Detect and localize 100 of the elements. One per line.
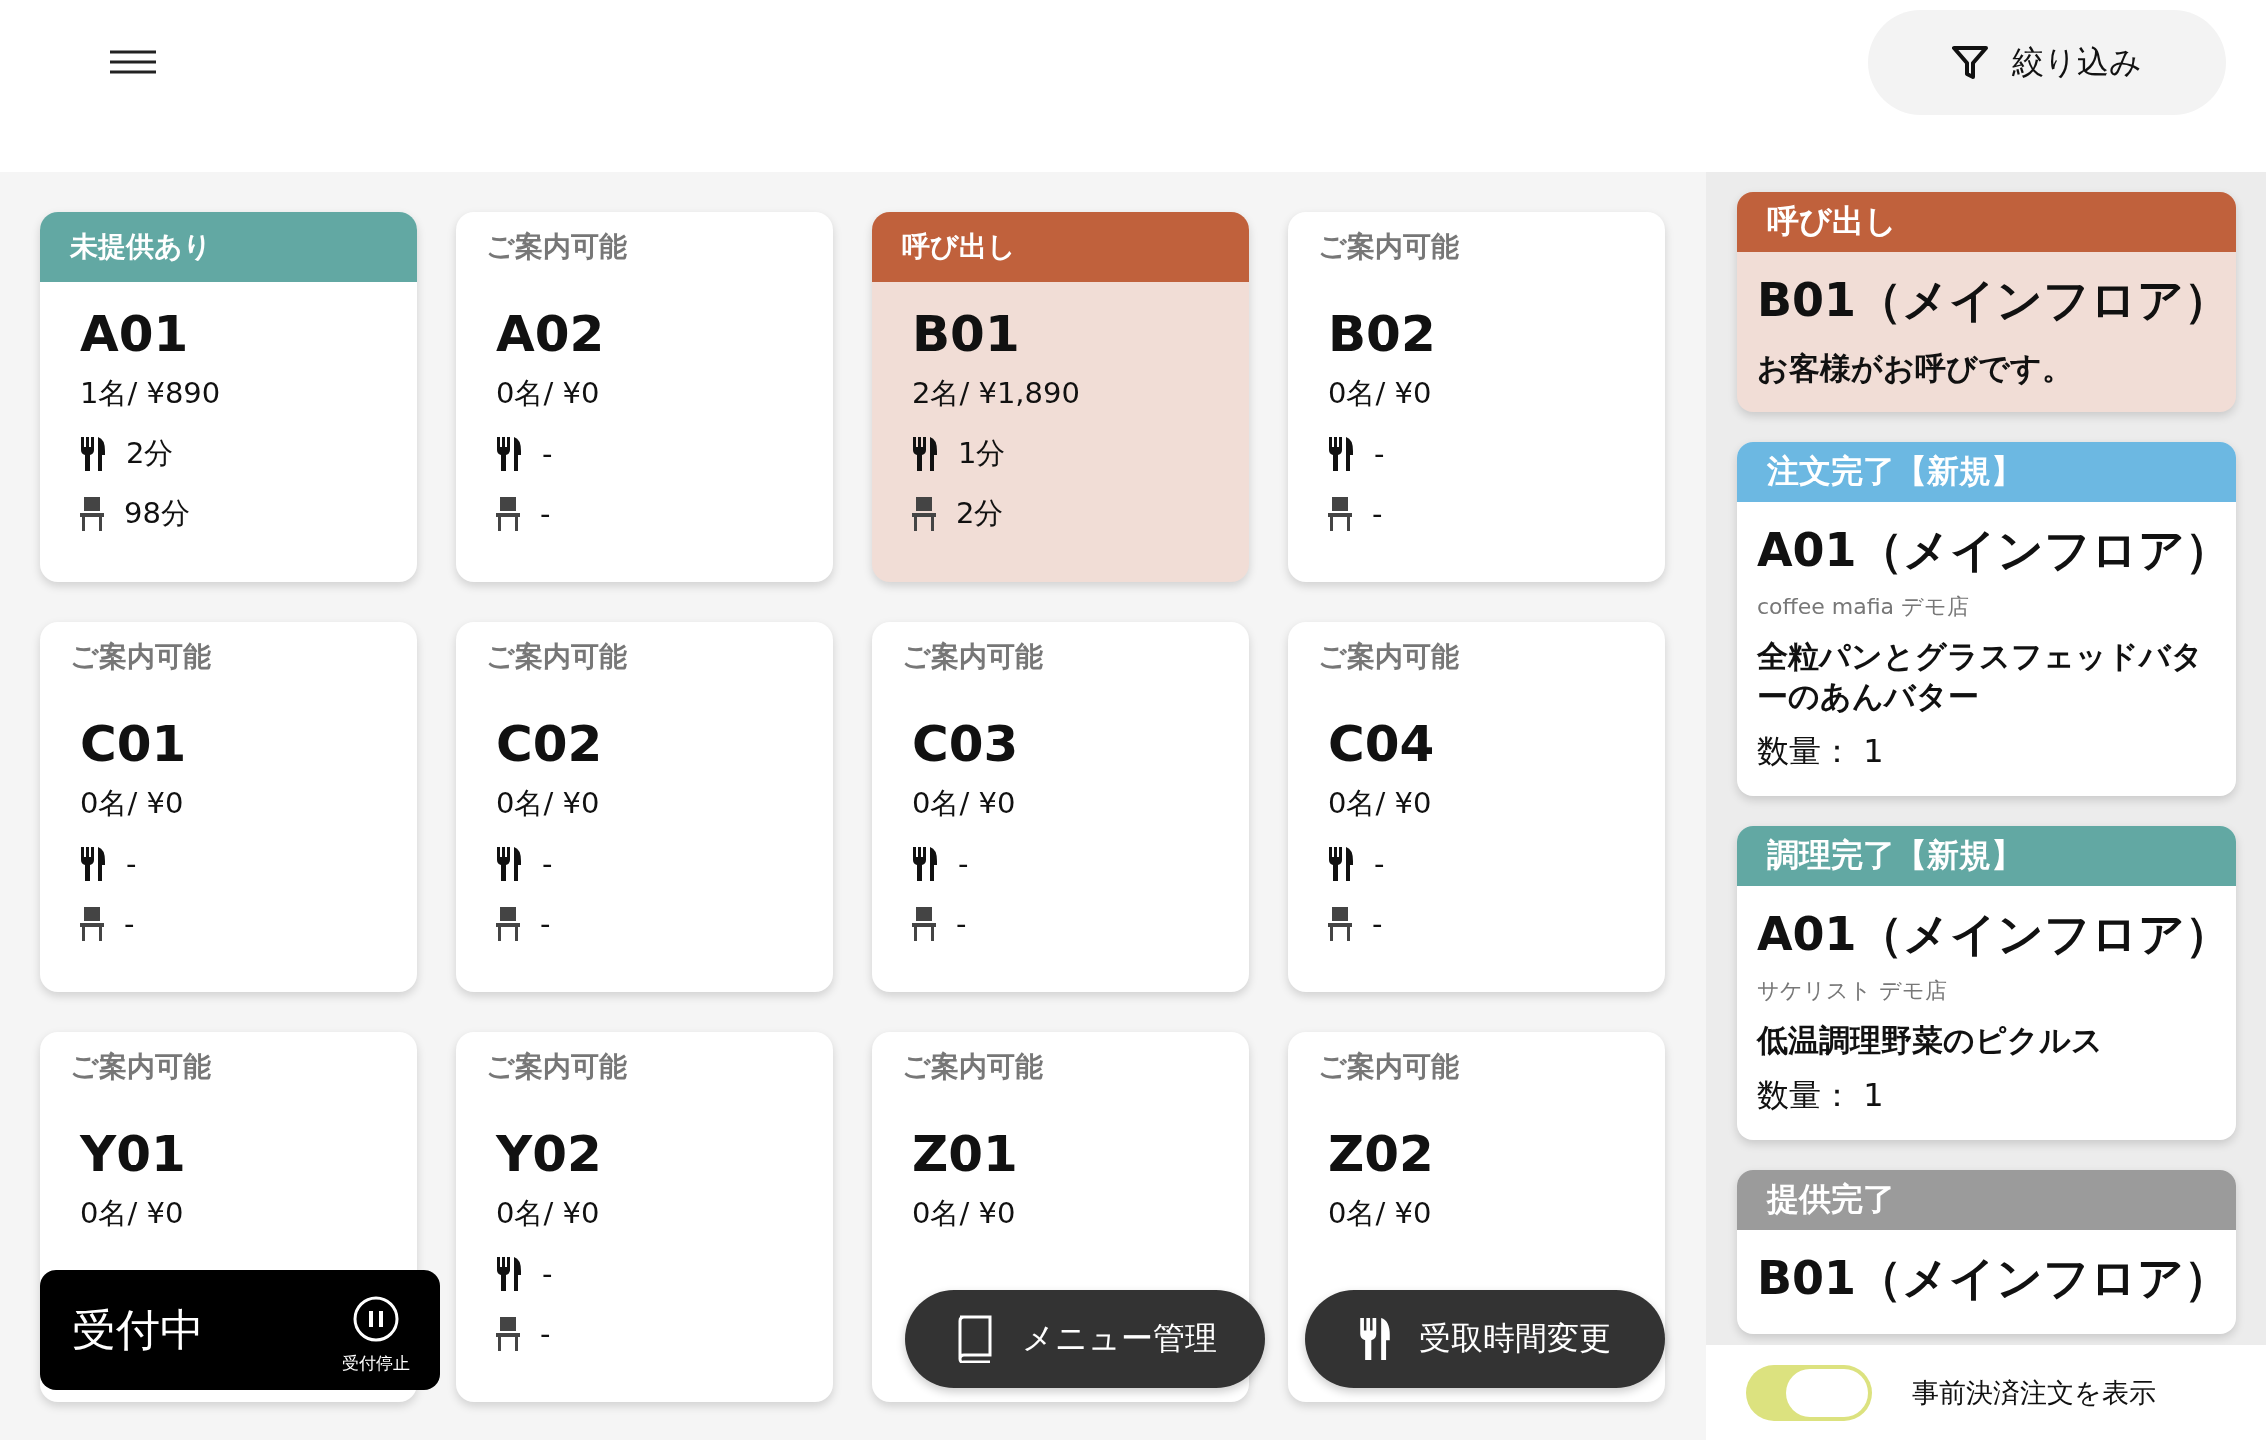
notification-header: 呼び出し [1737,192,2236,252]
chair-icon [496,497,520,531]
table-card[interactable]: ご案内可能 A02 0名/ ¥0 - - [456,212,833,582]
food-time: - [1374,437,1385,471]
chair-icon [80,907,104,941]
guest-summary: 0名/ ¥0 [912,1195,1016,1232]
filter-button[interactable]: 絞り込み [1868,10,2226,115]
menu-manage-floating-menu[interactable]: メニュー管理 [905,1290,1265,1388]
table-name: B01 [911,304,1021,364]
cutlery-icon [1328,437,1354,471]
guest-summary: 0名/ ¥0 [1328,1195,1432,1232]
table-name: B02 [1327,304,1437,364]
food-time: - [1374,847,1385,881]
pickup-time-floating-menu[interactable]: 受取時間変更 [1305,1290,1665,1388]
pause-button[interactable]: 受付停止 [342,1295,410,1375]
chair-icon [80,497,104,531]
seat-time: - [540,1317,551,1351]
notification-card[interactable]: 注文完了【新規】 A01（メインフロア） coffee mafia デモ店 全粒パンとグラスフェッドバターのあんバター 数量： 1 [1737,442,2236,796]
table-status: ご案内可能 [485,1049,628,1085]
table-card[interactable]: ご案内可能 C01 0名/ ¥0 - - [40,622,417,992]
table-name: A02 [495,304,606,364]
guest-summary: 2名/ ¥1,890 [912,375,1080,412]
seat-time: - [124,907,135,941]
item-quantity: 数量： 1 [1756,731,1885,772]
guest-summary: 0名/ ¥0 [80,1195,184,1232]
table-name: Y01 [78,1124,187,1184]
chair-icon [496,1317,520,1351]
item-name: 全粒パンとグラスフェッドバターのあんバター [1756,637,2204,716]
chair-icon [912,907,936,941]
table-status: ご案内可能 [1317,1049,1460,1085]
cutlery-icon [1328,847,1354,881]
table-card[interactable]: ご案内可能 C03 0名/ ¥0 - - [872,622,1249,992]
cutlery-icon [496,847,522,881]
table-status: ご案内可能 [1317,229,1460,265]
notification-title: B01（メインフロア） [1756,1250,2232,1307]
cutlery-icon [496,437,522,471]
notification-header: 調理完了【新規】 [1737,826,2236,886]
reception-status: 受付中 [72,1302,204,1357]
table-status: ご案内可能 [1317,639,1460,675]
table-status: ご案内可能 [901,639,1044,675]
guest-summary: 0名/ ¥0 [912,785,1016,822]
table-card[interactable]: 呼び出し B01 2名/ ¥1,890 1分 2分 [872,212,1249,582]
table-card[interactable]: ご案内可能 B02 0名/ ¥0 - - [1288,212,1665,582]
notification-title: A01（メインフロア） [1756,522,2232,579]
notification-card[interactable]: 提供完了 B01（メインフロア） [1737,1170,2236,1334]
cutlery-icon [496,1257,522,1291]
shop-name: サケリスト デモ店 [1756,977,1948,1005]
cutlery-icon [80,437,106,471]
menu-icon[interactable] [110,50,156,74]
notification-message: お客様がお呼びです。 [1756,349,2074,388]
table-status: ご案内可能 [69,639,212,675]
seat-time: - [540,907,551,941]
notification-title: A01（メインフロア） [1756,906,2232,963]
notification-header: 提供完了 [1737,1170,2236,1230]
table-name: C02 [495,714,604,774]
chair-icon [496,907,520,941]
chair-icon [1328,497,1352,531]
seat-time: 2分 [956,495,1004,532]
guest-summary: 0名/ ¥0 [496,375,600,412]
table-name: Z02 [1327,1124,1435,1184]
table-name: A01 [79,304,190,364]
food-time: - [126,847,137,881]
guest-summary: 0名/ ¥0 [80,785,184,822]
seat-time: - [540,497,551,531]
notification-header: 注文完了【新規】 [1737,442,2236,502]
cutlery-icon [912,437,938,471]
table-status: ご案内可能 [69,1049,212,1085]
table-card[interactable]: ご案内可能 C04 0名/ ¥0 - - [1288,622,1665,992]
table-status: ご案内可能 [901,1049,1044,1085]
food-time: - [542,437,553,471]
table-status: ご案内可能 [485,639,628,675]
food-time: - [958,847,969,881]
table-name: C01 [79,714,188,774]
cutlery-icon [912,847,938,881]
table-name: C03 [911,714,1020,774]
notification-title: B01（メインフロア） [1756,272,2232,329]
food-time: - [542,847,553,881]
table-status: 呼び出し [872,212,1249,282]
table-card[interactable]: 未提供あり A01 1名/ ¥890 2分 98分 [40,212,417,582]
filter-icon [1952,44,1988,81]
table-status: ご案内可能 [485,229,628,265]
seat-time: 98分 [124,495,190,532]
cutlery-icon [80,847,106,881]
seat-time: - [1372,907,1383,941]
food-time: 1分 [958,435,1006,472]
table-card[interactable]: ご案内可能 Y02 0名/ ¥0 - - [456,1032,833,1402]
seat-time: - [956,907,967,941]
guest-summary: 0名/ ¥0 [1328,785,1432,822]
item-quantity: 数量： 1 [1756,1075,1885,1116]
notification-card[interactable]: 呼び出し B01（メインフロア） お客様がお呼びです。 [1737,192,2236,412]
toggle-label: 事前決済注文を表示 [1912,1375,2156,1410]
chair-icon [912,497,936,531]
seat-time: - [1372,497,1383,531]
notification-card[interactable]: 調理完了【新規】 A01（メインフロア） サケリスト デモ店 低温調理野菜のピクルス 数量： 1 [1737,826,2236,1140]
table-name: Z01 [911,1124,1019,1184]
guest-summary: 1名/ ¥890 [80,375,221,412]
guest-summary: 0名/ ¥0 [496,1195,600,1232]
shop-name: coffee mafia デモ店 [1756,593,1971,621]
table-card[interactable]: ご案内可能 C02 0名/ ¥0 - - [456,622,833,992]
food-time: 2分 [126,435,174,472]
